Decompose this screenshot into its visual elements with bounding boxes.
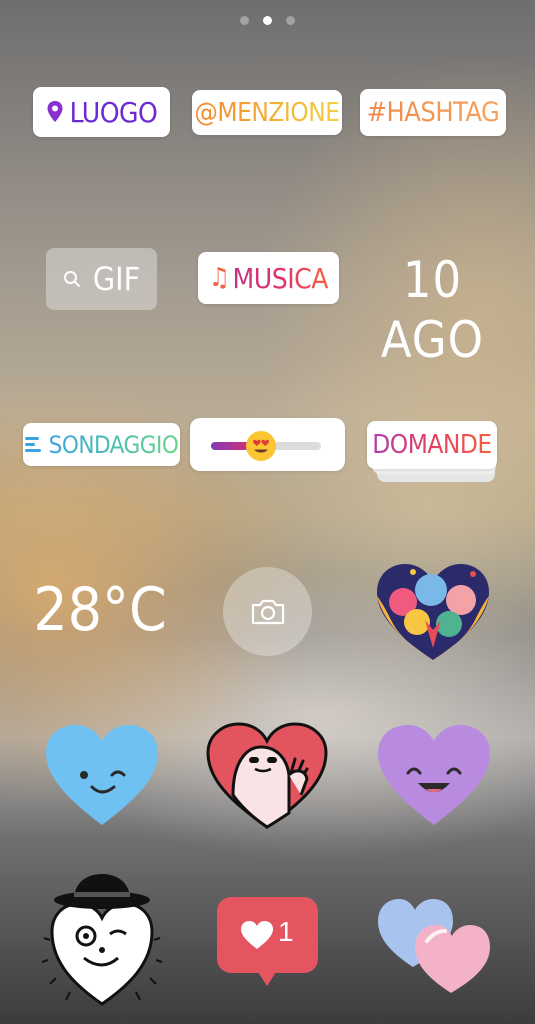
location-label: LUOGO [69, 95, 158, 129]
heart-hands-sticker[interactable] [373, 560, 493, 665]
questions-label: DOMANDE [372, 430, 492, 460]
smiling-purple-heart-sticker[interactable] [376, 723, 492, 827]
page-indicator [0, 16, 535, 25]
pastel-hearts-sticker[interactable] [375, 895, 493, 995]
gif-sticker[interactable]: GIF [46, 248, 157, 310]
page-dot [286, 16, 295, 25]
camera-button[interactable] [223, 567, 312, 656]
music-label: MUSICA [232, 261, 329, 295]
poll-lines-icon [24, 437, 41, 452]
heart-icon [241, 921, 273, 949]
music-note-icon: ♫ [209, 263, 230, 293]
location-sticker[interactable]: LUOGO [33, 87, 170, 137]
page-dot [240, 16, 249, 25]
mention-label: @MENZIONE [194, 97, 340, 128]
search-icon [63, 271, 80, 287]
winking-blue-heart-sticker[interactable] [44, 723, 160, 827]
poll-label: SONDAGGIO [48, 430, 179, 459]
camera-icon [251, 599, 284, 624]
heart-eyes-emoji[interactable] [245, 430, 277, 462]
hat-character-heart-sticker[interactable] [40, 870, 164, 1010]
peeking-character-heart-sticker[interactable] [205, 721, 329, 831]
emoji-slider-sticker[interactable] [190, 418, 345, 471]
gif-label: GIF [92, 260, 141, 298]
location-pin-icon [47, 101, 63, 122]
questions-sticker[interactable]: DOMANDE [367, 421, 497, 469]
hashtag-sticker[interactable]: #HASHTAG [360, 89, 506, 136]
poll-sticker[interactable]: SONDAGGIO [23, 423, 180, 466]
date-sticker[interactable]: 10 AGO [360, 250, 505, 369]
temperature-sticker[interactable]: 28°C [30, 570, 170, 650]
music-sticker[interactable]: ♫ MUSICA [198, 252, 339, 304]
page-dot-active [263, 16, 272, 25]
like-count: 1 [278, 916, 294, 947]
mention-sticker[interactable]: @MENZIONE [192, 90, 342, 135]
hashtag-label: #HASHTAG [366, 97, 500, 128]
like-badge-sticker[interactable]: 1 [216, 896, 319, 989]
